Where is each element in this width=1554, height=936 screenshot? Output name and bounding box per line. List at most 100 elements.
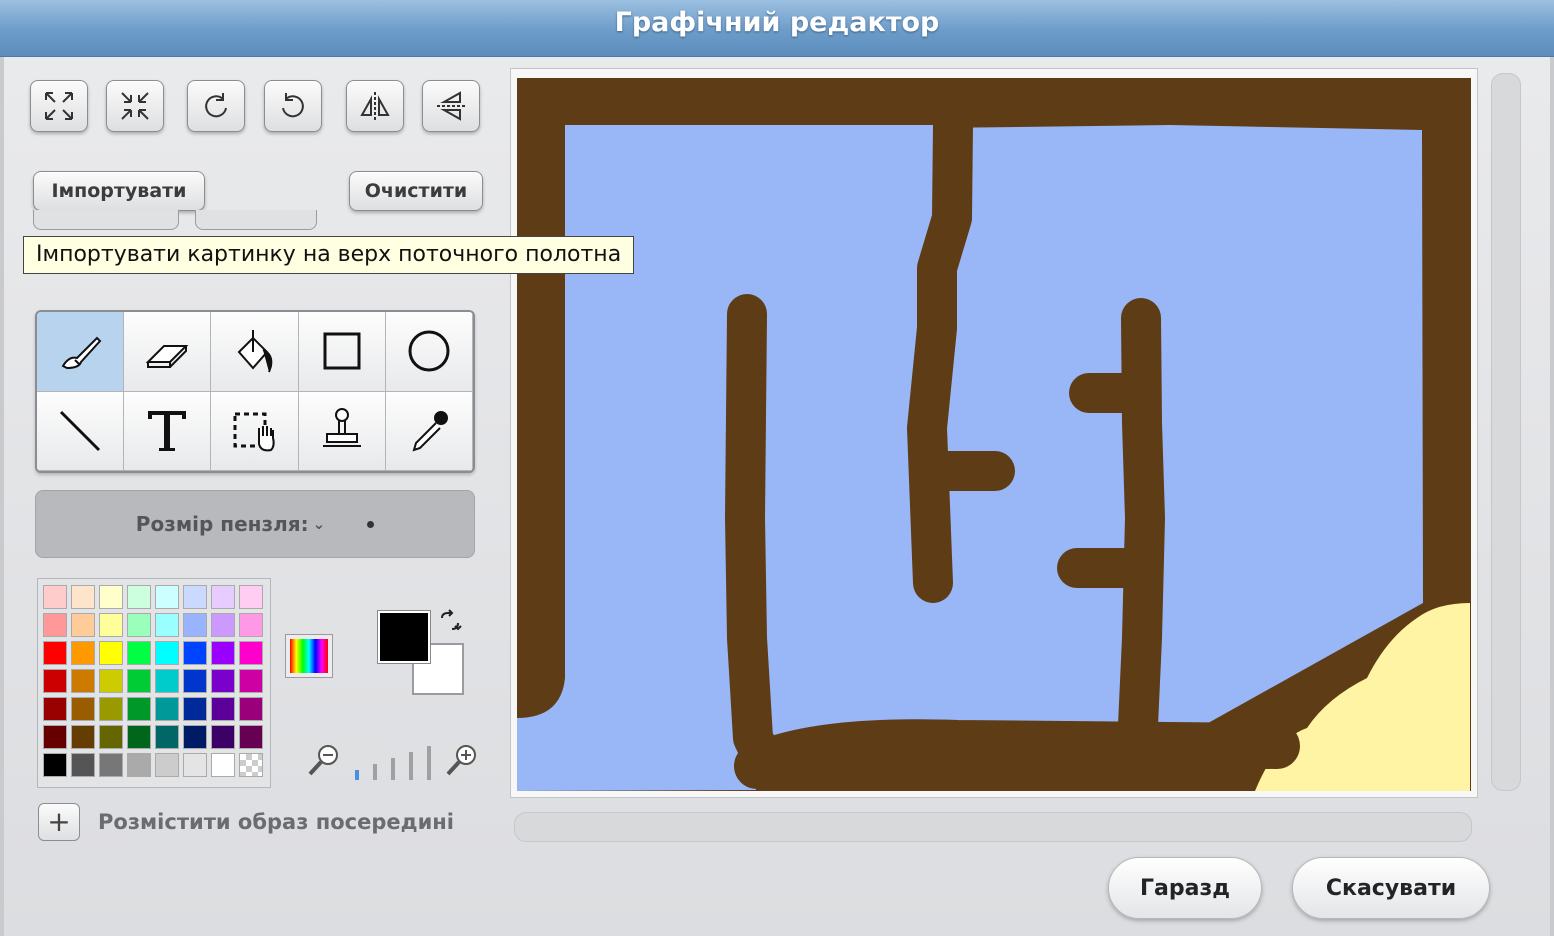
color-swatch[interactable] [71,641,95,665]
color-swatch[interactable] [211,669,235,693]
flip-vertical-icon [437,91,465,121]
color-swatch[interactable] [127,669,151,693]
color-swatch[interactable] [127,753,151,777]
select-hand-icon [233,412,276,452]
eyedropper-tool[interactable] [385,391,473,471]
eyedropper-icon [412,410,448,452]
color-swatch[interactable] [239,697,263,721]
color-swatch[interactable] [71,753,95,777]
color-swatch[interactable] [71,725,95,749]
stamp-tool[interactable] [298,391,386,471]
color-swatch[interactable] [211,585,235,609]
cancel-button[interactable]: Скасувати [1292,857,1490,919]
shrink-button[interactable] [106,80,164,132]
chevron-down-icon: ⌄ [312,515,326,533]
color-swatch[interactable] [239,585,263,609]
redo-button[interactable] [195,210,317,230]
color-swatch[interactable] [183,725,207,749]
grow-button[interactable] [30,80,88,132]
spectrum-icon [290,639,328,673]
wall-bottom [734,719,1300,789]
color-swatch[interactable] [127,725,151,749]
color-swatch[interactable] [155,725,179,749]
select-tool[interactable] [211,391,299,471]
import-button[interactable]: Імпортувати [33,171,205,211]
line-tool[interactable] [37,391,125,471]
flip-horizontal-button[interactable] [346,80,404,132]
color-swatch[interactable] [127,585,151,609]
paintbrush-tool[interactable] [37,312,125,392]
color-swatch[interactable] [43,613,67,637]
text-tool[interactable] [124,391,212,471]
color-swatch[interactable] [99,641,123,665]
color-swatch[interactable] [43,697,67,721]
color-swatch[interactable] [183,753,207,777]
color-swatch[interactable] [71,613,95,637]
ellipse-tool[interactable] [385,312,473,392]
rectangle-tool[interactable] [298,312,386,392]
vertical-scrollbar[interactable] [1491,73,1521,791]
flip-vertical-button[interactable] [422,80,480,132]
title-bar: Графічний редактор [0,0,1554,57]
rotate-cw-icon [282,93,304,118]
color-swatch[interactable] [127,613,151,637]
color-swatch[interactable] [239,641,263,665]
color-swatch[interactable] [155,641,179,665]
color-swatch[interactable] [43,753,67,777]
brush-size-control[interactable]: Розмір пензля: ⌄ [35,490,475,558]
color-swatch[interactable] [99,725,123,749]
color-swatch[interactable] [183,585,207,609]
color-swatch[interactable] [99,669,123,693]
color-swatch[interactable] [239,725,263,749]
color-swatch[interactable] [183,641,207,665]
color-swatch[interactable] [99,585,123,609]
eraser-tool[interactable] [124,312,212,392]
line-icon [60,410,101,451]
color-swatch[interactable] [127,641,151,665]
drawing-canvas[interactable] [517,78,1471,791]
color-swatch[interactable] [183,669,207,693]
color-swatch[interactable] [155,669,179,693]
color-swatch[interactable] [99,613,123,637]
swap-colors-icon[interactable] [438,609,462,633]
zoom-level-indicator[interactable] [352,744,434,780]
zoom-out-icon[interactable] [306,742,342,778]
center-image-checkbox[interactable]: + [38,803,80,841]
color-swatch[interactable] [211,753,235,777]
color-swatch[interactable] [71,669,95,693]
color-swatch[interactable] [211,697,235,721]
color-swatch[interactable] [211,725,235,749]
ok-button[interactable]: Гаразд [1108,857,1262,919]
color-swatch[interactable] [99,697,123,721]
color-swatch[interactable] [155,753,179,777]
color-swatch[interactable] [239,753,263,777]
zoom-in-icon[interactable] [444,742,480,778]
color-swatch[interactable] [71,585,95,609]
foreground-color-swatch[interactable] [377,610,431,664]
color-swatch[interactable] [71,697,95,721]
color-swatch[interactable] [183,613,207,637]
stamp-icon [322,407,361,447]
color-swatch[interactable] [43,725,67,749]
color-picker-button[interactable] [285,634,333,678]
color-swatch[interactable] [239,613,263,637]
color-swatch[interactable] [155,585,179,609]
undo-button[interactable] [33,210,179,230]
color-swatch[interactable] [43,641,67,665]
color-swatch[interactable] [211,641,235,665]
color-swatch[interactable] [99,753,123,777]
color-swatch[interactable] [43,585,67,609]
color-swatch[interactable] [211,613,235,637]
rotate-ccw-button[interactable] [187,80,245,132]
clear-button[interactable]: Очистити [349,171,483,211]
color-swatch[interactable] [239,669,263,693]
color-swatch[interactable] [155,613,179,637]
color-swatch[interactable] [183,697,207,721]
horizontal-scrollbar[interactable] [514,812,1472,842]
color-swatch[interactable] [43,669,67,693]
color-swatch[interactable] [127,697,151,721]
fill-tool[interactable] [211,312,299,392]
color-swatch[interactable] [155,697,179,721]
grow-icon [45,92,73,120]
rotate-cw-button[interactable] [264,80,322,132]
